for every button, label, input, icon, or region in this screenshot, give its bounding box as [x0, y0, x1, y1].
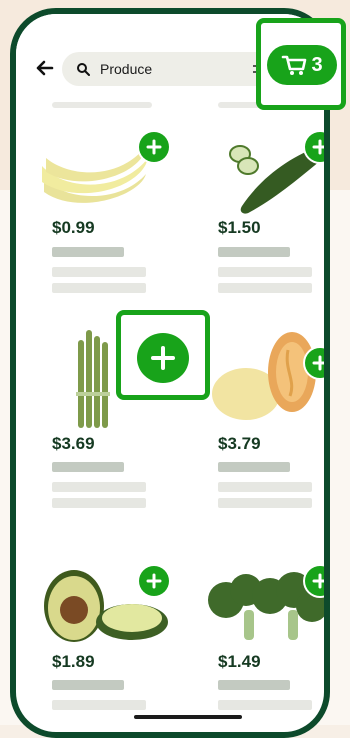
add-to-cart-button[interactable]: [305, 132, 324, 162]
cart-button[interactable]: 3: [267, 45, 337, 85]
product-name-placeholder: [218, 462, 290, 472]
product-detail-placeholder: [218, 498, 312, 508]
product-detail-placeholder: [52, 700, 146, 710]
plus-icon: [146, 139, 162, 155]
add-to-cart-button[interactable]: [139, 566, 169, 596]
product-detail-placeholder: [218, 482, 312, 492]
cart-icon: [282, 55, 307, 75]
product-name-placeholder: [52, 462, 124, 472]
product-price: $1.50: [218, 218, 261, 237]
add-to-cart-button[interactable]: [139, 132, 169, 162]
add-to-cart-button[interactable]: [137, 333, 189, 383]
product-detail-placeholder: [218, 267, 312, 277]
add-to-cart-button[interactable]: [305, 566, 324, 596]
plus-icon: [146, 573, 162, 589]
plus-icon: [312, 573, 324, 589]
product-detail-placeholder: [52, 283, 146, 293]
product-name-placeholder: [218, 247, 290, 257]
search-input[interactable]: Produce: [62, 52, 282, 86]
product-price: $3.79: [218, 434, 261, 453]
phone-frame: Produce $0.99 $1.50 $3.69 $3.79 $1.89 $1…: [10, 8, 330, 738]
product-detail-placeholder: [52, 482, 146, 492]
add-to-cart-button[interactable]: [305, 348, 324, 378]
plus-icon: [151, 346, 175, 370]
home-indicator: [134, 715, 242, 719]
product-name-placeholder: [52, 680, 124, 690]
cart-count: 3: [311, 53, 323, 76]
product-detail-placeholder: [218, 283, 312, 293]
product-detail-placeholder: [52, 267, 146, 277]
plus-icon: [312, 139, 324, 155]
product-detail-placeholder: [218, 700, 312, 710]
back-arrow-icon[interactable]: [34, 58, 54, 78]
product-price: $3.69: [52, 434, 95, 453]
product-price: $1.49: [218, 652, 261, 671]
product-detail-placeholder: [52, 498, 146, 508]
spaghetti-squash-image: [212, 332, 316, 420]
bananas-image: [42, 138, 154, 203]
cart-highlight: 3: [256, 18, 346, 110]
search-query: Produce: [100, 61, 153, 77]
search-icon: [77, 63, 90, 76]
product-price: $1.89: [52, 652, 95, 671]
add-to-cart-highlight: [116, 310, 210, 400]
product-name-placeholder: [52, 247, 124, 257]
product-name-placeholder: [218, 680, 290, 690]
product-price: $0.99: [52, 218, 95, 237]
asparagus-image: [76, 330, 110, 428]
scroll-hint-left: [52, 102, 152, 108]
plus-icon: [312, 355, 324, 371]
